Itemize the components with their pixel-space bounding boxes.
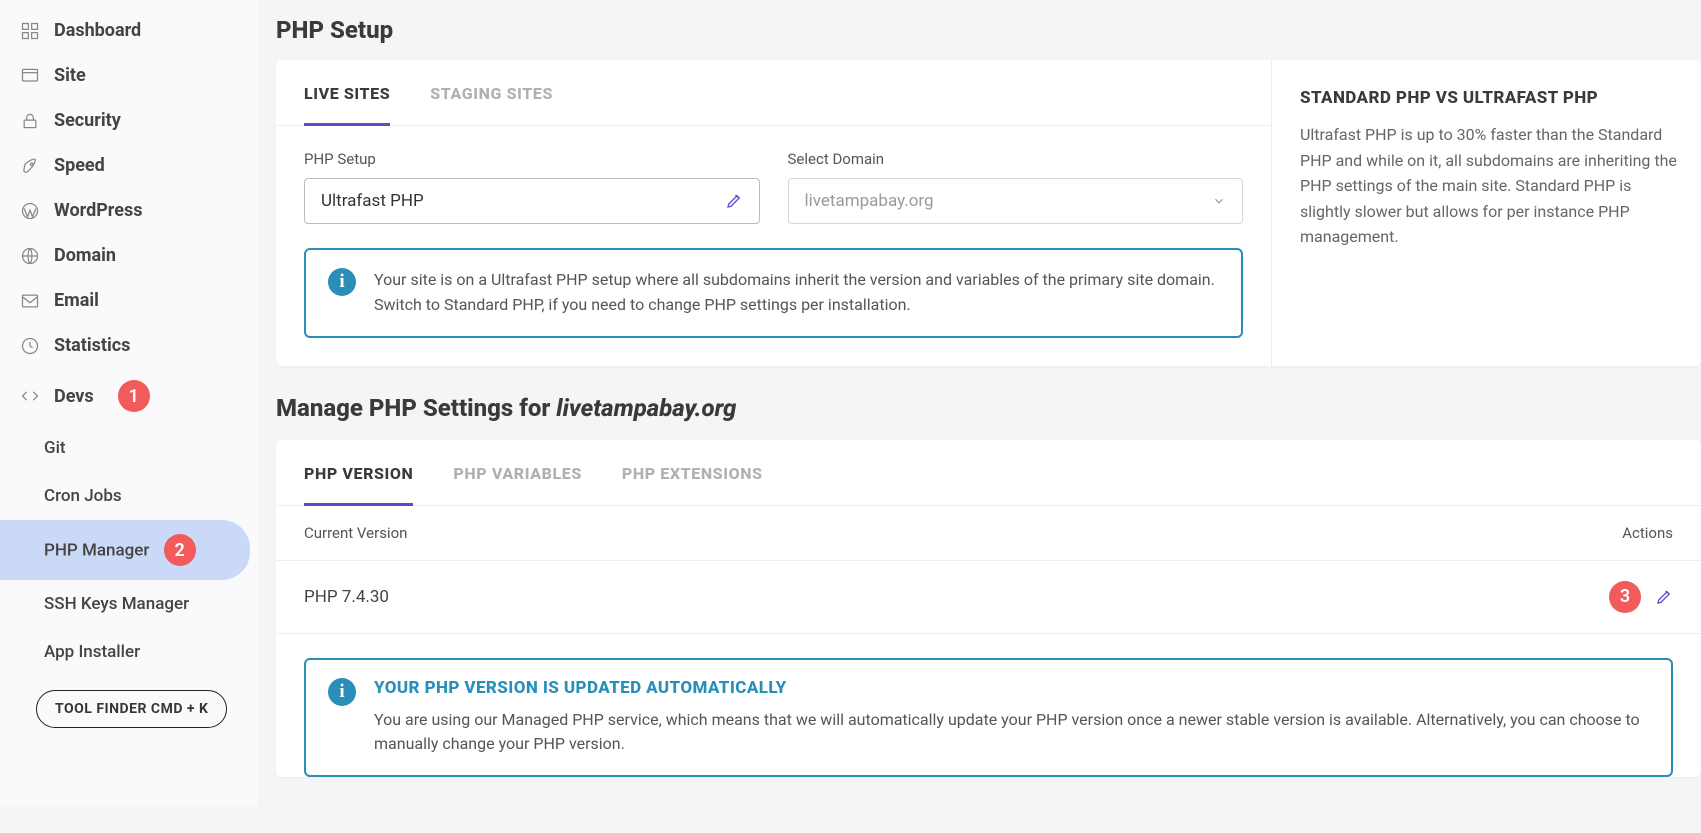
settings-tabs: PHP VERSION PHP VARIABLES PHP EXTENSIONS: [276, 440, 1701, 506]
sidebar-subitem-php-manager[interactable]: PHP Manager 2: [0, 520, 250, 580]
chevron-down-icon: [1212, 194, 1226, 208]
sidebar-item-devs[interactable]: Devs 1: [0, 368, 258, 424]
auto-update-title: YOUR PHP VERSION IS UPDATED AUTOMATICALL…: [374, 678, 1649, 698]
sidebar-item-dashboard[interactable]: Dashboard: [0, 8, 258, 53]
manage-section-title: Manage PHP Settings for livetampabay.org: [276, 394, 1701, 422]
dashboard-icon: [20, 21, 40, 41]
mail-icon: [20, 291, 40, 311]
sidebar-item-label: Domain: [54, 245, 116, 266]
tab-php-extensions[interactable]: PHP EXTENSIONS: [622, 440, 763, 505]
sidebar-item-wordpress[interactable]: WordPress: [0, 188, 258, 233]
php-setup-label: PHP Setup: [304, 150, 760, 168]
sidebar-item-label: WordPress: [54, 200, 142, 221]
sidebar-item-statistics[interactable]: Statistics: [0, 323, 258, 368]
sidebar-item-security[interactable]: Security: [0, 98, 258, 143]
php-setup-card: LIVE SITES STAGING SITES PHP Setup Ultra…: [276, 60, 1701, 366]
sidebar-item-domain[interactable]: Domain: [0, 233, 258, 278]
tab-php-variables[interactable]: PHP VARIABLES: [453, 440, 581, 505]
table-head-left: Current Version: [304, 524, 407, 542]
php-setup-field[interactable]: Ultrafast PHP: [304, 178, 760, 224]
auto-update-body: You are using our Managed PHP service, w…: [374, 708, 1649, 758]
wordpress-icon: [20, 201, 40, 221]
site-icon: [20, 66, 40, 86]
select-domain-field[interactable]: livetampabay.org: [788, 178, 1244, 224]
sidebar-subitem-ssh[interactable]: SSH Keys Manager: [0, 580, 258, 628]
setup-info-box: i Your site is on a Ultrafast PHP setup …: [304, 248, 1243, 338]
step-badge-3: 3: [1609, 581, 1641, 613]
globe-icon: [20, 246, 40, 266]
setup-info-text: Your site is on a Ultrafast PHP setup wh…: [374, 268, 1219, 318]
lock-icon: [20, 111, 40, 131]
select-domain-label: Select Domain: [788, 150, 1244, 168]
php-version-value: PHP 7.4.30: [304, 587, 389, 607]
auto-update-box: i YOUR PHP VERSION IS UPDATED AUTOMATICA…: [304, 658, 1673, 778]
step-badge-2: 2: [164, 534, 196, 566]
sidebar-subitem-git[interactable]: Git: [0, 424, 258, 472]
table-head-right: Actions: [1622, 524, 1673, 542]
tab-live-sites[interactable]: LIVE SITES: [304, 60, 390, 126]
sidebar-item-label: Security: [54, 110, 121, 131]
sidebar-subitem-cron[interactable]: Cron Jobs: [0, 472, 258, 520]
sidebar-subitems: Git Cron Jobs PHP Manager 2 SSH Keys Man…: [0, 424, 258, 676]
tab-staging-sites[interactable]: STAGING SITES: [430, 60, 553, 125]
pencil-icon[interactable]: [1655, 588, 1673, 606]
tool-finder-button[interactable]: TOOL FINDER CMD + K: [36, 690, 227, 728]
sidebar-item-label: Speed: [54, 155, 105, 176]
tab-php-version[interactable]: PHP VERSION: [304, 440, 413, 506]
sidebar-subitem-app-installer[interactable]: App Installer: [0, 628, 258, 676]
php-setup-value: Ultrafast PHP: [321, 191, 424, 211]
info-panel: STANDARD PHP VS ULTRAFAST PHP Ultrafast …: [1271, 60, 1701, 366]
sidebar-item-site[interactable]: Site: [0, 53, 258, 98]
sidebar-item-email[interactable]: Email: [0, 278, 258, 323]
step-badge-1: 1: [118, 380, 150, 412]
info-panel-title: STANDARD PHP VS ULTRAFAST PHP: [1300, 88, 1677, 108]
sidebar-item-label: Statistics: [54, 335, 130, 356]
table-row: PHP 7.4.30 3: [276, 561, 1701, 634]
sidebar-item-label: Dashboard: [54, 20, 141, 41]
info-panel-body: Ultrafast PHP is up to 30% faster than t…: [1300, 122, 1677, 250]
pencil-icon[interactable]: [725, 192, 743, 210]
sidebar: Dashboard Site Security Speed WordPress …: [0, 0, 258, 805]
info-icon: i: [328, 678, 356, 706]
sidebar-item-label: Site: [54, 65, 86, 86]
info-icon: i: [328, 268, 356, 296]
sidebar-item-label: Email: [54, 290, 99, 311]
rocket-icon: [20, 156, 40, 176]
clock-icon: [20, 336, 40, 356]
select-domain-value: livetampabay.org: [805, 191, 934, 211]
sidebar-item-label: Devs: [54, 386, 94, 407]
main-content: PHP Setup LIVE SITES STAGING SITES PHP S…: [258, 0, 1701, 805]
code-icon: [20, 386, 40, 406]
sidebar-item-speed[interactable]: Speed: [0, 143, 258, 188]
table-header: Current Version Actions: [276, 506, 1701, 561]
page-title: PHP Setup: [276, 16, 1701, 44]
setup-tabs: LIVE SITES STAGING SITES: [276, 60, 1271, 126]
settings-card: PHP VERSION PHP VARIABLES PHP EXTENSIONS…: [276, 440, 1701, 778]
